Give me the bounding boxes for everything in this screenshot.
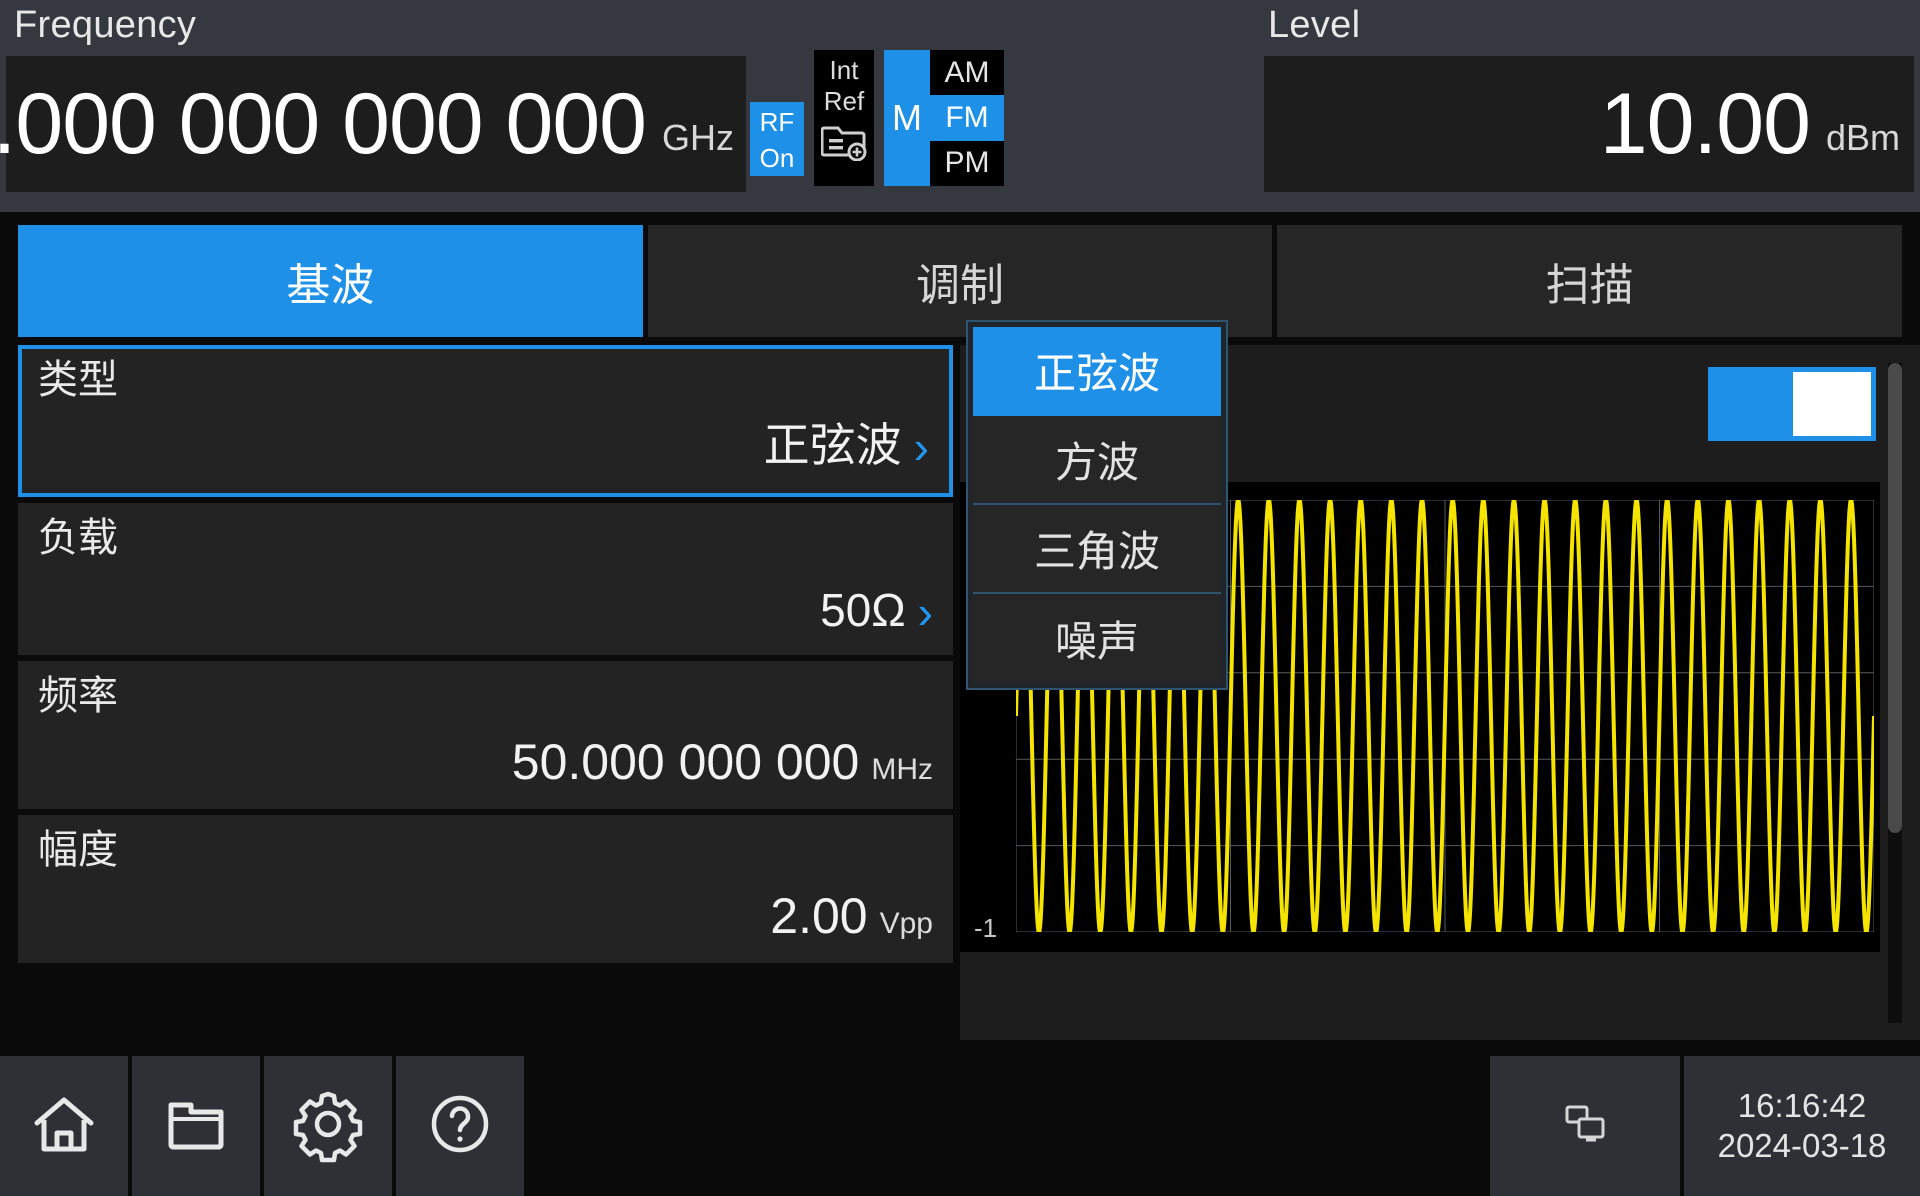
footer-spacer [528, 1056, 1490, 1196]
waveform-output-toggle-wrap [1708, 367, 1876, 441]
instrument-screen: Frequency 1.000 000 000 000 GHz RF On In… [0, 0, 1920, 1196]
parameter-list: 类型 正弦波 › 负载 50Ω › 频率 50.000 000 000 MHz [18, 320, 1228, 1040]
remote-display-icon [1558, 1097, 1612, 1156]
param-label-type: 类型 [38, 358, 118, 402]
modulation-master-indicator[interactable]: M [884, 50, 930, 186]
frequency-display[interactable]: 1.000 000 000 000 GHz [0, 56, 746, 192]
home-button[interactable] [0, 1056, 128, 1196]
modulation-pm-indicator[interactable]: PM [930, 140, 1004, 186]
status-cluster: RF On Int Ref M AM FM PM [750, 50, 1004, 190]
param-row-frequency[interactable]: 频率 50.000 000 000 MHz [18, 661, 953, 809]
dropdown-option-square[interactable]: 方波 [973, 416, 1221, 505]
tab-bar: 基波 调制 扫描 [0, 225, 1920, 337]
footer-bar: 16:16:42 2024-03-18 [0, 1056, 1920, 1196]
header-bar: Frequency 1.000 000 000 000 GHz RF On In… [0, 0, 1920, 212]
param-value-type: 正弦波 [763, 419, 902, 471]
param-row-type[interactable]: 类型 正弦波 › [18, 345, 953, 497]
frequency-block[interactable]: Frequency 1.000 000 000 000 GHz [0, 0, 760, 212]
chevron-right-icon[interactable]: › [914, 424, 929, 470]
tab-carrier[interactable]: 基波 [18, 225, 643, 337]
tab-sweep[interactable]: 扫描 [1277, 225, 1903, 337]
ref-line1: Int [829, 55, 859, 85]
param-value-load: 50Ω [820, 584, 906, 636]
waveform-type-dropdown: 正弦波 方波 三角波 噪声 [966, 320, 1228, 690]
frequency-value: 1.000 000 000 000 [0, 76, 647, 172]
gear-icon [288, 1084, 368, 1169]
dropdown-option-sine[interactable]: 正弦波 [973, 327, 1221, 416]
level-block[interactable]: Level 10.00 dBm [1260, 0, 1920, 212]
modulation-am-indicator[interactable]: AM [930, 50, 1004, 96]
clock-time: 16:16:42 [1737, 1087, 1867, 1125]
clock-date: 2024-03-18 [1717, 1127, 1887, 1164]
reference-indicator[interactable]: Int Ref [814, 50, 874, 186]
param-row-load[interactable]: 负载 50Ω › [18, 503, 953, 655]
param-value-group-load: 50Ω › [820, 583, 933, 637]
param-value-group-type: 正弦波 › [764, 409, 929, 475]
level-label: Level [1268, 4, 1361, 46]
folder-add-icon [814, 121, 874, 161]
modulation-fm-indicator[interactable]: FM [930, 95, 1004, 141]
param-unit-frequency: MHz [871, 753, 933, 786]
level-value: 10.00 [1599, 76, 1811, 172]
param-value-group-frequency: 50.000 000 000 MHz [512, 733, 933, 791]
param-value-group-amplitude: 2.00 Vpp [770, 887, 933, 945]
toggle-knob [1793, 372, 1871, 436]
dropdown-option-noise[interactable]: 噪声 [973, 594, 1221, 683]
param-label-load: 负载 [38, 516, 118, 560]
chevron-right-icon[interactable]: › [918, 589, 933, 635]
remote-display-button[interactable] [1490, 1056, 1680, 1196]
frequency-label: Frequency [14, 4, 197, 46]
modulation-cluster: M AM FM PM [884, 50, 1004, 186]
help-button[interactable] [396, 1056, 524, 1196]
rf-on-line2: On [759, 143, 795, 173]
param-label-amplitude: 幅度 [38, 828, 118, 872]
help-icon [423, 1087, 497, 1166]
dropdown-option-triangle[interactable]: 三角波 [973, 505, 1221, 594]
settings-button[interactable] [264, 1056, 392, 1196]
clock-display: 16:16:42 2024-03-18 [1684, 1056, 1920, 1196]
vertical-scrollbar-thumb[interactable] [1888, 363, 1902, 833]
param-value-frequency: 50.000 000 000 [511, 734, 860, 790]
home-icon [27, 1087, 101, 1166]
frequency-unit: GHz [662, 117, 734, 158]
level-unit: dBm [1825, 117, 1900, 158]
ref-line2: Ref [823, 86, 865, 116]
output-toggle[interactable] [1708, 367, 1876, 441]
param-label-frequency: 频率 [38, 674, 118, 718]
rf-on-indicator[interactable]: RF On [750, 102, 804, 176]
param-row-amplitude[interactable]: 幅度 2.00 Vpp [18, 815, 953, 963]
file-button[interactable] [132, 1056, 260, 1196]
param-value-amplitude: 2.00 [770, 888, 868, 944]
param-unit-amplitude: Vpp [879, 907, 933, 940]
main-content: 类型 正弦波 › 负载 50Ω › 频率 50.000 000 000 MHz [0, 320, 1920, 1045]
modulation-type-stack: AM FM PM [930, 50, 1004, 186]
rf-on-line1: RF [759, 107, 795, 137]
level-display[interactable]: 10.00 dBm [1264, 56, 1914, 192]
folder-icon [159, 1087, 233, 1166]
